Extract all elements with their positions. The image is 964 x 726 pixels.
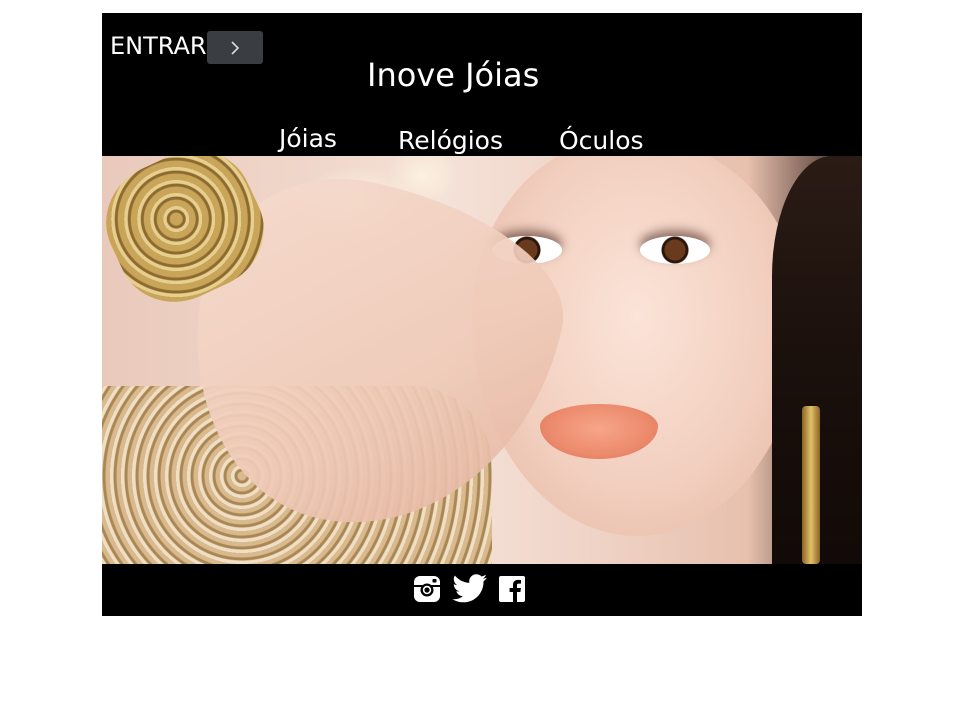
page-container: ENTRAR Inove Jóias Jóias Relógios Óculos <box>102 13 862 616</box>
site-header: ENTRAR Inove Jóias Jóias Relógios Óculos <box>102 13 862 156</box>
login-label: ENTRAR <box>110 32 207 60</box>
facebook-icon <box>499 576 525 602</box>
instagram-icon <box>414 576 440 602</box>
facebook-link[interactable] <box>497 573 527 605</box>
twitter-link[interactable] <box>452 573 488 605</box>
hero-banner-image <box>102 156 862 564</box>
hero-earring-shape <box>802 406 820 564</box>
site-footer <box>102 564 862 616</box>
nav-item-oculos[interactable]: Óculos <box>559 126 644 156</box>
site-title: Inove Jóias <box>367 56 540 94</box>
hero-eye-right <box>640 236 710 264</box>
nav-item-relogios[interactable]: Relógios <box>398 126 503 156</box>
instagram-link[interactable] <box>412 573 442 605</box>
login-button[interactable] <box>207 31 263 64</box>
chevron-right-icon <box>231 40 240 55</box>
nav-item-joias[interactable]: Jóias <box>279 124 337 154</box>
twitter-icon <box>452 574 487 603</box>
